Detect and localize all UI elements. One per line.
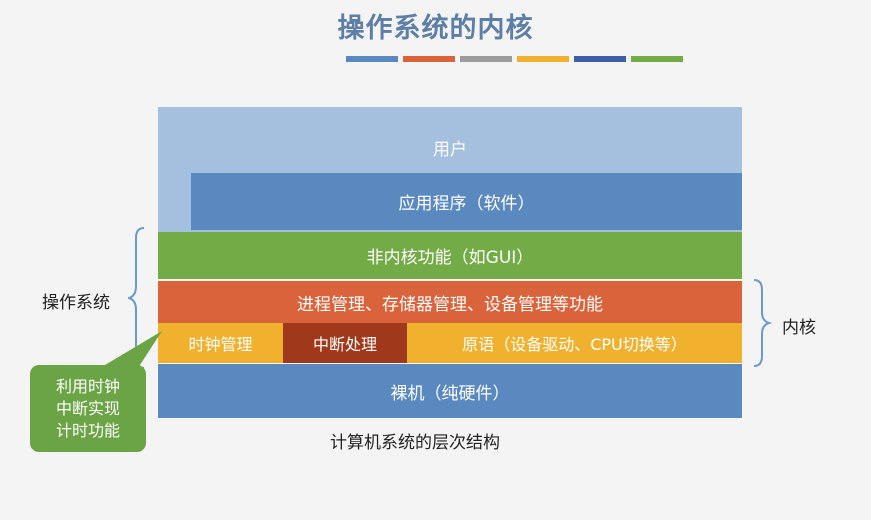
layer-kernel-core: 时钟管理 中断处理 原语（设备驱动、CPU切换等） [158,323,742,363]
stripe-1 [346,56,398,62]
cell-clock-management: 时钟管理 [158,323,283,363]
page-title: 操作系统的内核 [337,13,534,44]
diagram-caption: 计算机系统的层次结构 [330,433,500,453]
callout-line-3: 计时功能 [55,420,120,440]
stripe-2 [403,56,455,62]
title-underline-stripes [346,56,683,62]
callout-line-2: 中断实现 [55,398,120,418]
layer-user-label: 用户 [433,140,467,160]
kernel-bracket [753,279,772,367]
layer-bare-machine-label: 裸机（纯硬件） [390,383,510,404]
os-bracket [128,227,145,369]
cell-primitives: 原语（设备驱动、CPU切换等） [407,323,742,363]
layer-non-kernel-label: 非内核功能（如GUI） [366,248,534,268]
stripe-3 [460,56,512,62]
stripe-5 [574,56,626,62]
layer-non-kernel: 非内核功能（如GUI） [158,232,742,279]
kernel-label: 内核 [782,318,816,338]
cell-primitives-label: 原语（设备驱动、CPU切换等） [462,335,687,354]
layer-application-label: 应用程序（软件） [398,194,535,214]
layer-process-management: 进程管理、存储器管理、设备管理等功能 [158,281,742,323]
cell-interrupt-handling: 中断处理 [283,323,407,363]
cell-interrupt-handling-label: 中断处理 [312,335,377,354]
clock-callout: 利用时钟 中断实现 计时功能 [30,365,146,452]
cell-clock-management-label: 时钟管理 [188,335,253,354]
stripe-6 [631,56,683,62]
layer-process-management-label: 进程管理、存储器管理、设备管理等功能 [297,294,603,315]
layer-bare-machine: 裸机（纯硬件） [158,364,742,418]
stripe-4 [517,56,569,62]
callout-line-1: 利用时钟 [55,376,120,396]
os-label: 操作系统 [42,293,110,313]
layer-application: 应用程序（软件） [191,173,742,230]
